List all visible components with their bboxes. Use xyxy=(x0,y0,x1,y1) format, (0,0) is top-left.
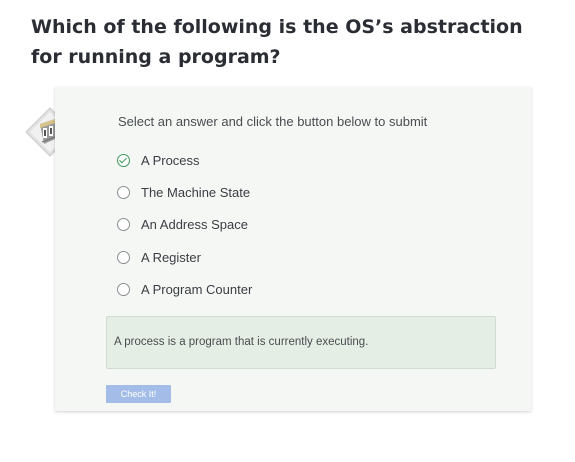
answer-option-label: A Process xyxy=(141,152,200,168)
answer-option-register[interactable]: A Register xyxy=(117,241,497,273)
answer-option-label: The Machine State xyxy=(141,184,251,200)
question-title: Which of the following is the OS’s abstr… xyxy=(31,16,523,68)
quiz-page: Which of the following is the OS’s abstr… xyxy=(0,0,575,462)
answer-option-a-process[interactable]: A Process xyxy=(117,144,497,176)
radio-icon[interactable] xyxy=(117,282,130,296)
answer-options: A Process The Machine State An Address S… xyxy=(117,144,497,305)
quiz-instruction: Select an answer and click the button be… xyxy=(118,114,428,129)
answer-option-label: An Address Space xyxy=(141,217,248,233)
radio-icon[interactable] xyxy=(117,218,130,232)
radio-checked-icon[interactable] xyxy=(117,153,130,167)
check-it-button[interactable]: Check It! xyxy=(106,385,171,403)
radio-icon[interactable] xyxy=(117,185,130,199)
quiz-card: Select an answer and click the button be… xyxy=(55,87,531,411)
answer-option-label: A Register xyxy=(141,249,201,265)
answer-option-machine-state[interactable]: The Machine State xyxy=(117,176,497,208)
answer-option-address-space[interactable]: An Address Space xyxy=(117,209,497,241)
answer-option-program-counter[interactable]: A Program Counter xyxy=(117,273,497,305)
answer-option-label: A Program Counter xyxy=(141,281,253,297)
feedback-panel: A process is a program that is currently… xyxy=(106,316,496,369)
radio-icon[interactable] xyxy=(117,250,130,264)
feedback-text: A process is a program that is currently… xyxy=(114,336,369,348)
